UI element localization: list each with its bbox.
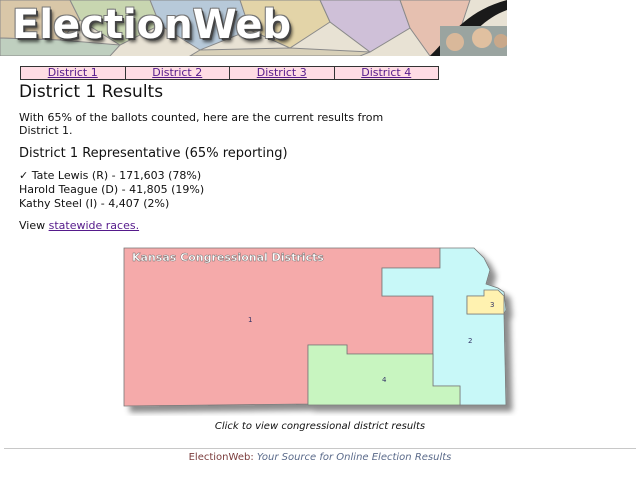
district-map: Kansas Congressional Districts 1 2 3 4	[112, 240, 532, 416]
district-tabs: District 1 District 2 District 3 Distric…	[20, 66, 439, 80]
page-title: District 1 Results	[19, 82, 164, 102]
statewide-races-link[interactable]: statewide races.	[49, 219, 139, 232]
site-footer: ElectionWeb: Your Source for Online Elec…	[0, 452, 640, 464]
tab-district-1-link[interactable]: District 1	[48, 66, 98, 79]
person-photo-2	[472, 28, 492, 48]
footer-divider	[4, 448, 636, 449]
candidate-row-winner: ✓ Tate Lewis (R) - 171,603 (78%)	[19, 169, 202, 182]
view-prefix: View	[19, 219, 49, 232]
site-banner: ElectionWeb	[0, 0, 507, 56]
district-3-label: 3	[490, 301, 494, 309]
footer-brand: ElectionWeb:	[188, 452, 254, 463]
tab-district-3[interactable]: District 3	[229, 66, 335, 80]
district-4-label: 4	[382, 376, 387, 384]
map-caption: Click to view congressional district res…	[214, 421, 426, 432]
tab-district-4-link[interactable]: District 4	[361, 66, 411, 79]
tab-district-1[interactable]: District 1	[20, 66, 126, 80]
district-map-svg: Kansas Congressional Districts 1 2 3 4	[123, 247, 507, 407]
district-2-label: 2	[468, 337, 472, 345]
tab-district-4[interactable]: District 4	[333, 66, 439, 80]
tab-district-2-link[interactable]: District 2	[152, 66, 202, 79]
person-photo-1	[446, 33, 464, 51]
results-intro: With 65% of the ballots counted, here ar…	[19, 111, 384, 137]
candidate-list: ✓ Tate Lewis (R) - 171,603 (78%) Harold …	[19, 169, 204, 211]
statewide-link-line: View statewide races.	[19, 219, 139, 232]
site-logo-title: ElectionWeb	[12, 2, 292, 48]
district-1-label: 1	[248, 316, 252, 324]
tab-district-2[interactable]: District 2	[124, 66, 230, 80]
footer-tagline: Your Source for Online Election Results	[256, 452, 452, 463]
map-title: Kansas Congressional Districts	[132, 251, 324, 264]
candidate-row: Harold Teague (D) - 41,805 (19%)	[19, 183, 205, 196]
race-title: District 1 Representative (65% reporting…	[19, 146, 288, 161]
tab-district-3-link[interactable]: District 3	[257, 66, 307, 79]
candidate-row: Kathy Steel (I) - 4,407 (2%)	[19, 197, 170, 210]
